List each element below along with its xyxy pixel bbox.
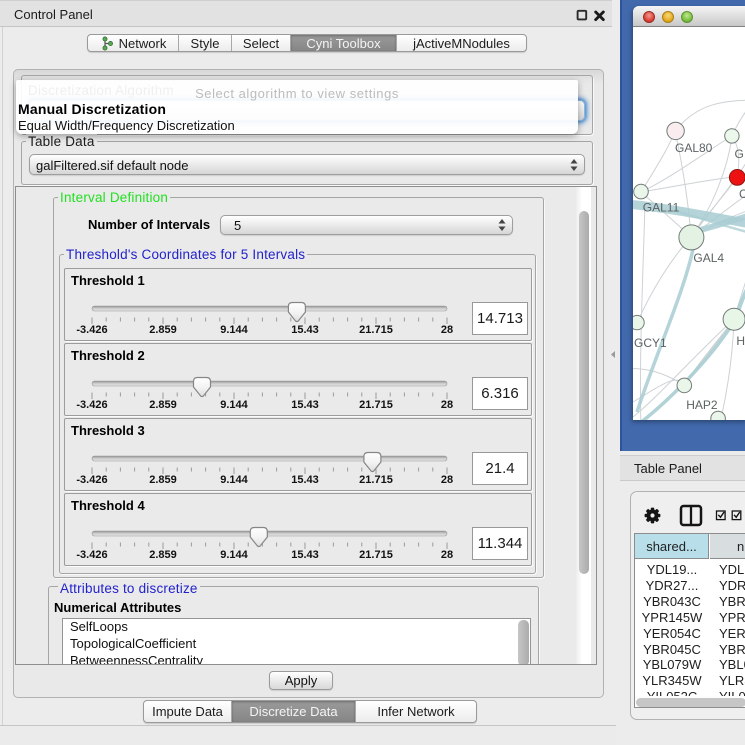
svg-text:9.144: 9.144 [220,399,248,411]
svg-text:28: 28 [441,324,453,336]
svg-text:15.43: 15.43 [291,549,319,561]
svg-text:21.715: 21.715 [359,399,393,411]
svg-text:GAL11: GAL11 [643,201,680,215]
svg-text:9.144: 9.144 [220,549,248,561]
svg-text:15.43: 15.43 [291,324,319,336]
svg-text:2.859: 2.859 [149,549,177,561]
svg-text:H: H [736,334,745,348]
svg-text:9.144: 9.144 [220,324,248,336]
svg-text:GAL4: GAL4 [693,251,724,265]
svg-text:28: 28 [441,549,453,561]
svg-text:C: C [739,187,745,201]
svg-text:2.859: 2.859 [149,399,177,411]
svg-text:21.715: 21.715 [359,474,393,486]
svg-text:15.43: 15.43 [291,474,319,486]
svg-text:21.715: 21.715 [359,324,393,336]
svg-text:-3.426: -3.426 [76,474,107,486]
svg-text:28: 28 [441,399,453,411]
svg-text:21.715: 21.715 [359,549,393,561]
svg-text:-3.426: -3.426 [76,399,107,411]
svg-text:G.: G. [735,147,745,161]
svg-text:GCY1: GCY1 [634,336,667,350]
svg-text:GAL80: GAL80 [675,141,713,155]
svg-text:9.144: 9.144 [220,474,248,486]
svg-text:HAP2: HAP2 [686,398,718,412]
svg-text:2.859: 2.859 [149,474,177,486]
svg-text:-3.426: -3.426 [76,549,107,561]
svg-text:2.859: 2.859 [149,324,177,336]
svg-text:15.43: 15.43 [291,399,319,411]
svg-text:28: 28 [441,474,453,486]
svg-text:-3.426: -3.426 [76,324,107,336]
